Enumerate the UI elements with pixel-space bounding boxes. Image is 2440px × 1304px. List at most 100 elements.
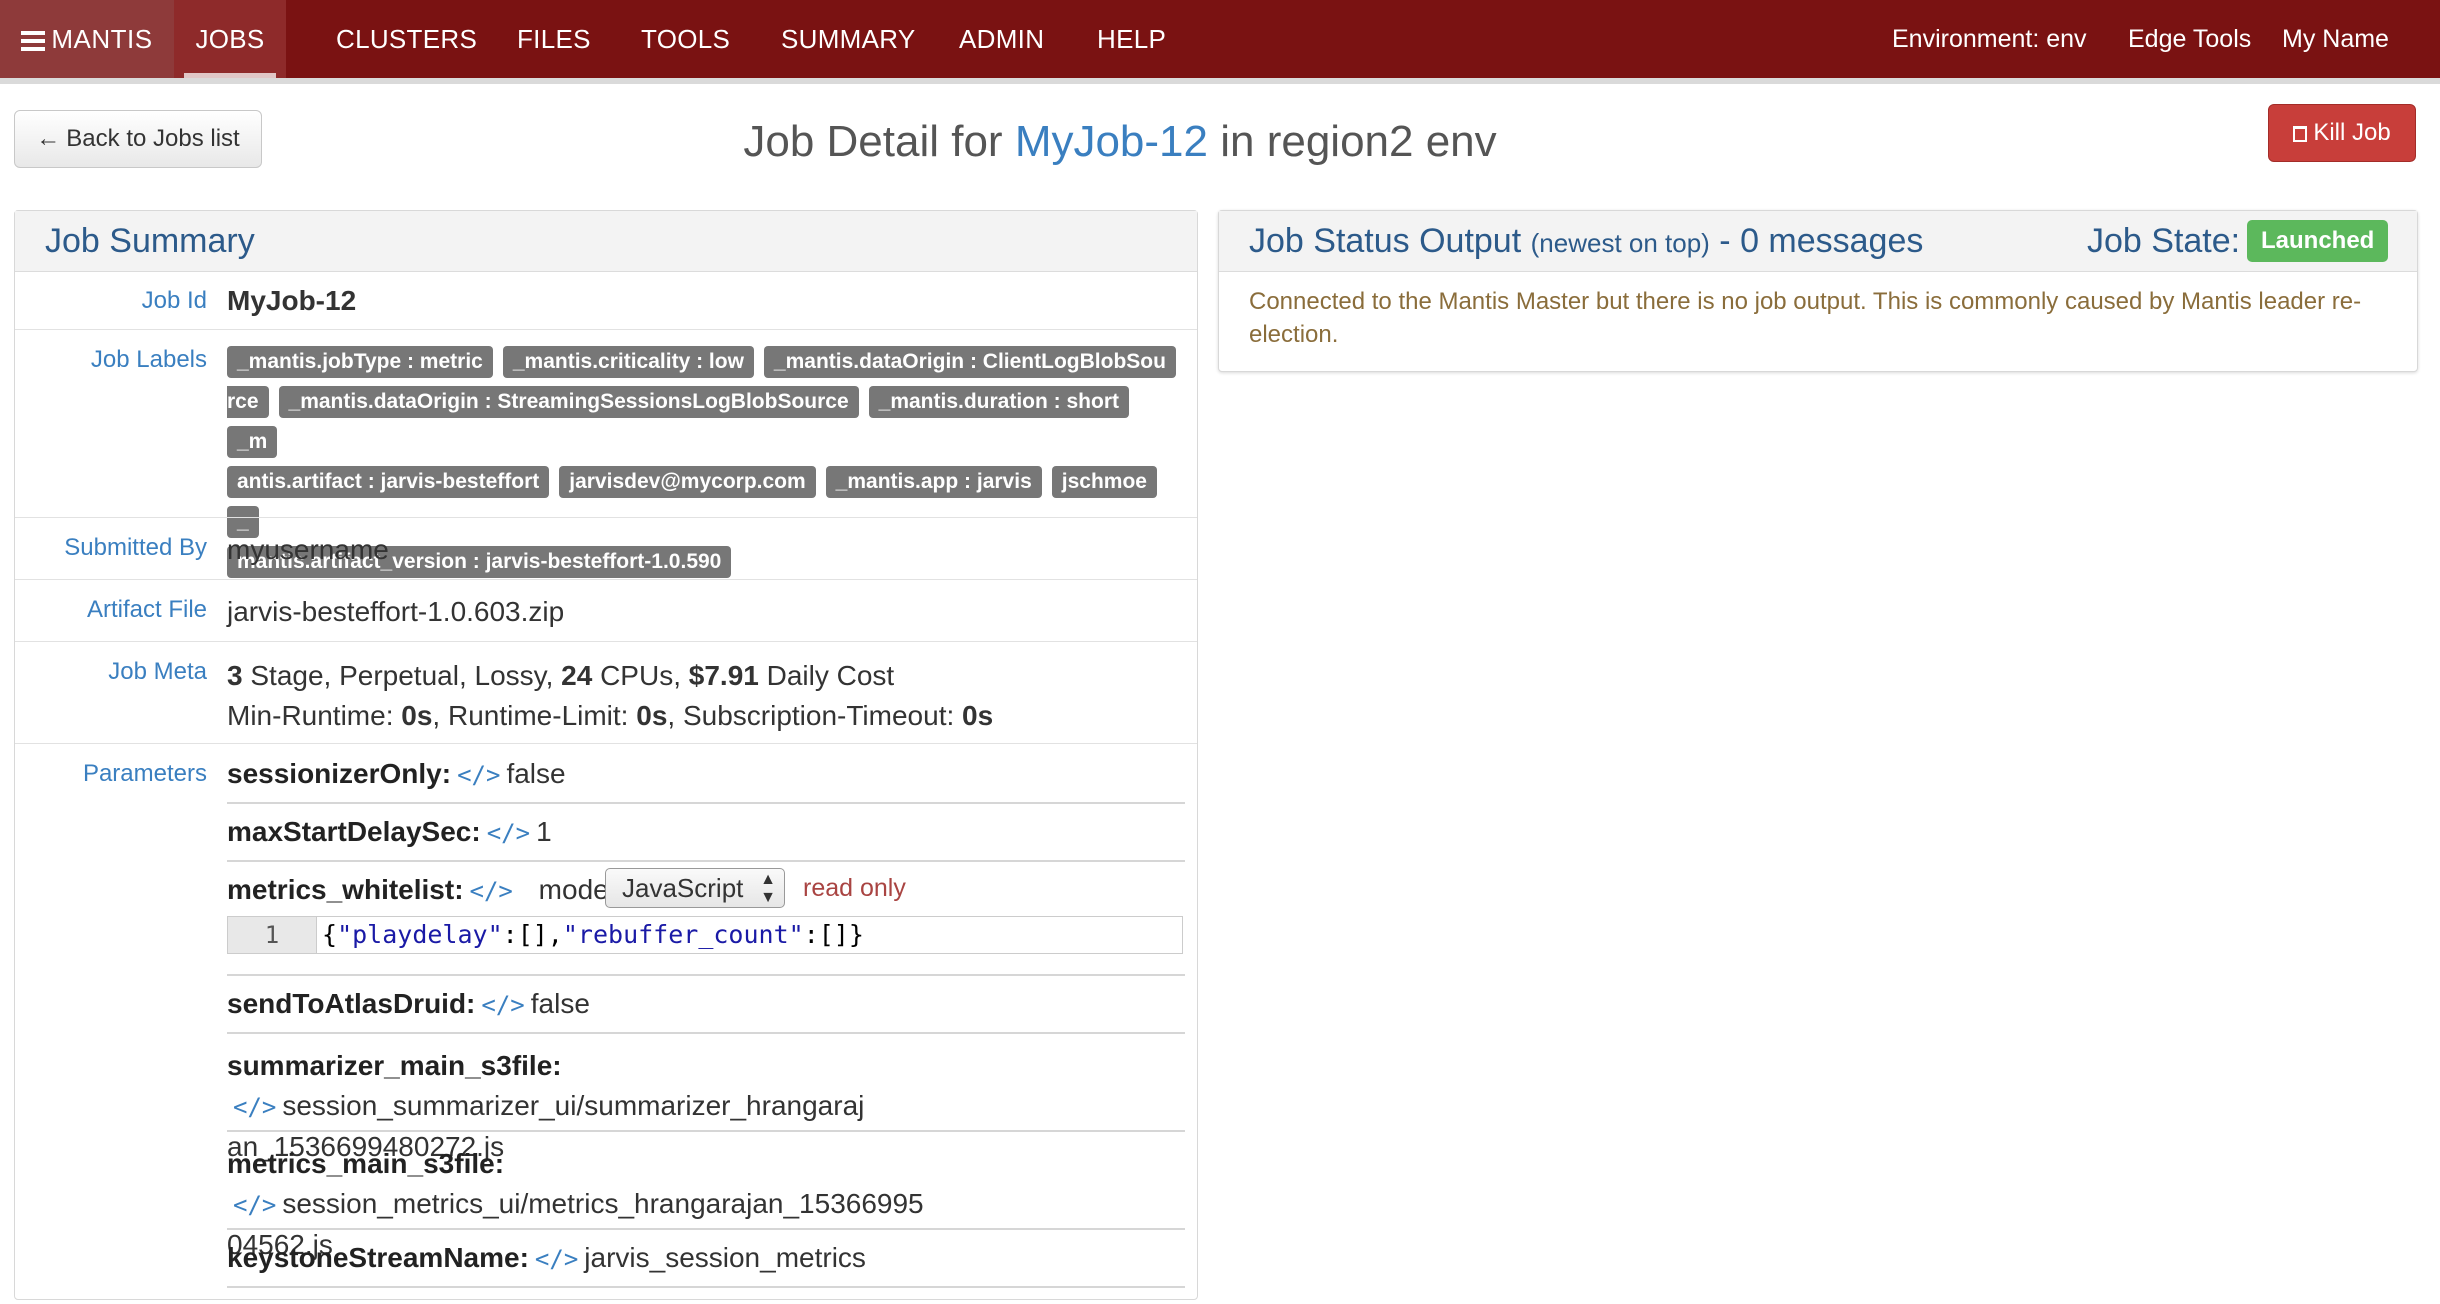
param-metrics-whitelist: metrics_whitelist: </> mode: JavaScript ▲… (227, 868, 1185, 976)
hamburger-icon (21, 27, 46, 55)
code-token: { (322, 920, 338, 949)
cpu-text: CPUs, (592, 660, 689, 691)
status-message: Connected to the Mantis Master but there… (1249, 288, 2362, 348)
label-badge: _mantis.duration : short (868, 386, 1129, 418)
submitted-by-key: Submitted By (64, 534, 207, 561)
mode-select[interactable]: JavaScript ▲ ▼ (605, 868, 785, 908)
param-name: sendToAtlasDruid: (227, 988, 476, 1019)
edge-tools-menu[interactable]: Edge Tools (2128, 0, 2251, 78)
job-state-label: Job State: (2087, 222, 2241, 260)
select-arrows-icon: ▲ ▼ (760, 871, 776, 906)
title-prefix: Job Detail for (743, 117, 1003, 166)
cpu-count: 24 (561, 660, 593, 691)
mode-selected: JavaScript (622, 873, 744, 903)
code-icon[interactable]: </> (233, 1191, 276, 1219)
runtime-limit: 0s (636, 700, 668, 731)
stage-count: 3 (227, 660, 243, 691)
param-sessionizer-only: sessionizerOnly: </> false (227, 758, 1185, 804)
job-name-link[interactable]: MyJob-12 (1015, 117, 1208, 166)
brand-menu-button[interactable]: MANTIS (0, 0, 174, 78)
job-meta-row: Job Meta 3 Stage, Perpetual, Lossy, 24 C… (15, 641, 1197, 744)
job-id-value: MyJob-12 (227, 285, 357, 316)
job-status-panel: Job Status Output (newest on top) - 0 me… (1218, 210, 2418, 372)
label-badge: _mantis.app : jarvis (825, 466, 1042, 498)
nav-jobs[interactable]: JOBS (174, 0, 286, 78)
param-value: session_summarizer_ui/summarizer_hrangar… (282, 1090, 865, 1121)
code-token: :[], (502, 920, 563, 949)
back-to-jobs-label: Back to Jobs list (66, 125, 240, 152)
parameters-row: Parameters sessionizerOnly: </> false maxS… (15, 743, 1197, 1304)
job-meta-value: 3 Stage, Perpetual, Lossy, 24 CPUs, $7.9… (227, 656, 993, 736)
user-menu[interactable]: My Name (2282, 0, 2389, 78)
job-summary-title: Job Summary (45, 222, 255, 260)
nav-files[interactable]: FILES (517, 0, 591, 78)
job-status-title: Job Status Output (newest on top) - 0 me… (1249, 211, 1923, 273)
back-to-jobs-button[interactable]: ← Back to Jobs list (14, 110, 262, 168)
message-count: - 0 messages (1719, 222, 1924, 260)
nav-clusters[interactable]: CLUSTERS (336, 0, 477, 78)
stage-text: Stage, Perpetual, Lossy, (242, 660, 562, 691)
label-badge: jschmoe (1051, 466, 1157, 498)
status-title-text: Job Status Output (1249, 222, 1522, 260)
code-icon[interactable]: </> (535, 1245, 578, 1273)
code-token: :[]} (803, 920, 864, 949)
param-keystone-stream-name: keystoneStreamName: </> jarvis_session_met… (227, 1242, 1185, 1288)
read-only-indicator: read only (803, 874, 906, 902)
code-string: "rebuffer_count" (562, 920, 804, 949)
job-meta-key: Job Meta (108, 658, 207, 685)
kill-job-button[interactable]: Kill Job (2268, 104, 2416, 162)
code-icon[interactable]: </> (470, 877, 513, 905)
label-badge: _mantis.jobType : metric (227, 346, 493, 378)
nav-summary[interactable]: SUMMARY (781, 0, 916, 78)
code-icon[interactable]: </> (233, 1093, 276, 1121)
runtime-limit-label: , Runtime-Limit: (432, 700, 637, 731)
job-summary-header: Job Summary (15, 211, 1197, 272)
job-summary-panel: Job Summary Job Id MyJob-12 Job Labels _… (14, 210, 1198, 1300)
artifact-file-row: Artifact File jarvis-besteffort-1.0.603.… (15, 579, 1197, 642)
top-navbar: MANTIS JOBS CLUSTERS FILES TOOLS SUMMARY… (0, 0, 2440, 84)
label-badge: jarvisdev@mycorp.com (559, 466, 816, 498)
code-icon[interactable]: </> (481, 991, 524, 1019)
status-subtitle: (newest on top) (1530, 228, 1710, 258)
param-name: metrics_whitelist: (227, 874, 464, 905)
param-summarizer-main-s3file: summarizer_main_s3file: </> session_summar… (227, 1046, 1185, 1162)
code-editor[interactable]: 1 {"playdelay":[],"rebuffer_count":[]} (227, 916, 1183, 954)
job-labels-key: Job Labels (90, 346, 207, 373)
artifact-file-value: jarvis-besteffort-1.0.603.zip (227, 596, 565, 627)
environment-menu[interactable]: Environment: env (1892, 0, 2087, 78)
param-value: session_metrics_ui/metrics_hrangarajan_1… (282, 1188, 924, 1219)
label-badge: _m (227, 426, 278, 458)
code-icon[interactable]: </> (457, 761, 500, 789)
param-max-start-delay: maxStartDelaySec: </> 1 (227, 816, 1185, 862)
label-badge: antis.artifact : jarvis-besteffort (227, 466, 550, 498)
param-name: sessionizerOnly: (227, 758, 452, 789)
nav-tools[interactable]: TOOLS (641, 0, 730, 78)
kill-job-label: Kill Job (2313, 119, 2391, 146)
param-value: false (530, 988, 590, 1019)
label-badge: _mantis.criticality : low (502, 346, 754, 378)
nav-help[interactable]: HELP (1097, 0, 1166, 78)
param-name: summarizer_main_s3file: (227, 1050, 562, 1081)
cost-text: Daily Cost (758, 660, 895, 691)
page-title: Job Detail for MyJob-12 in region2 env (600, 112, 1640, 172)
line-number: 1 (228, 917, 317, 953)
param-name: maxStartDelaySec: (227, 816, 481, 847)
code-icon[interactable]: </> (487, 819, 530, 847)
submitted-by-value: myusername (227, 534, 389, 565)
param-name: metrics_main_s3file: (227, 1148, 505, 1179)
brand-label: MANTIS (51, 24, 153, 54)
code-line: {"playdelay":[],"rebuffer_count":[]} (322, 917, 864, 953)
job-state-badge: Launched (2247, 220, 2389, 262)
subscription-timeout-label: , Subscription-Timeout: (667, 700, 963, 731)
param-metrics-main-s3file: metrics_main_s3file: </> session_metrics_u… (227, 1144, 1185, 1260)
param-value: jarvis_session_metrics (584, 1242, 866, 1273)
artifact-file-key: Artifact File (86, 596, 207, 623)
nav-admin[interactable]: ADMIN (959, 0, 1044, 78)
label-badge: _mantis.dataOrigin : ClientLogBlobSou (763, 346, 1176, 378)
arrow-left-icon: ← (36, 125, 61, 152)
daily-cost: $7.91 (688, 660, 759, 691)
param-name: keystoneStreamName: (227, 1242, 529, 1273)
param-send-to-atlas-druid: sendToAtlasDruid: </> false (227, 988, 1185, 1034)
code-string: "playdelay" (337, 920, 503, 949)
label-badge: rce (227, 386, 269, 418)
